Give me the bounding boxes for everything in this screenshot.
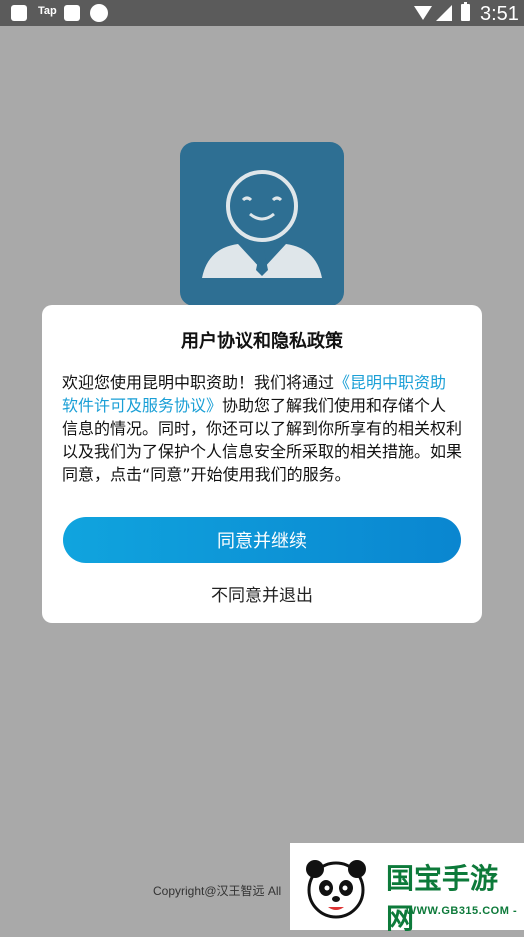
privacy-dialog: 用户协议和隐私政策 欢迎您使用昆明中职资助！我们将通过《昆明中职资助软件许可及服… xyxy=(42,305,482,623)
notification-icon xyxy=(64,5,80,21)
agree-button[interactable]: 同意并继续 xyxy=(63,517,461,563)
decline-button[interactable]: 不同意并退出 xyxy=(42,581,482,606)
wifi-icon xyxy=(414,6,432,20)
copyright-text: Copyright@汉王智远 All xyxy=(153,884,282,898)
notification-icon xyxy=(11,5,27,21)
site-watermark: 国宝手游网 - WWW.GB315.COM - xyxy=(290,843,524,935)
panda-logo-icon xyxy=(306,860,366,919)
app-logo xyxy=(180,142,344,306)
dialog-title: 用户协议和隐私政策 xyxy=(181,331,343,352)
sync-icon xyxy=(90,4,108,22)
tap-app-label: Tap xyxy=(38,5,57,17)
body-text-prefix: 欢迎您使用昆明中职资助！我们将通过 xyxy=(62,373,335,392)
watermark-url: - WWW.GB315.COM - xyxy=(398,905,518,917)
battery-icon xyxy=(461,2,470,21)
watermark-title: 国宝手游网 xyxy=(386,862,499,935)
user-avatar-icon xyxy=(202,170,322,278)
dialog-body: 欢迎您使用昆明中职资助！我们将通过《昆明中职资助软件许可及服务协议》协助您了解我… xyxy=(62,371,462,486)
status-bar: Tap 3:51 xyxy=(0,0,524,26)
signal-icon xyxy=(436,5,452,21)
clock: 3:51 xyxy=(480,3,519,25)
